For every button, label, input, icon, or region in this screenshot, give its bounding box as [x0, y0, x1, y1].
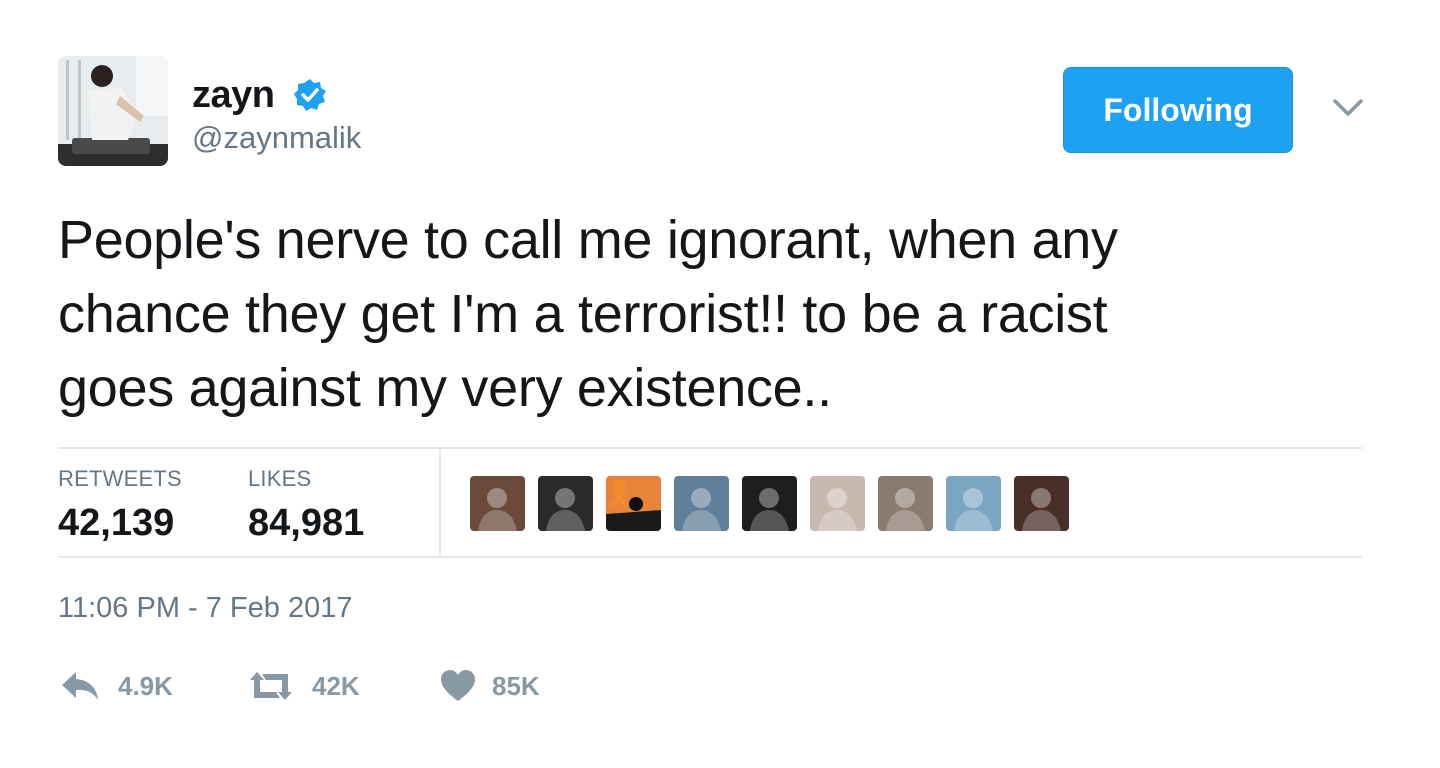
tweet-text-line: People's nerve to call me ignorant, when… [58, 210, 1118, 270]
retweets-label: RETWEETS [58, 466, 182, 491]
heart-icon [441, 670, 475, 701]
liker-avatar[interactable] [470, 476, 525, 531]
following-button[interactable]: Following [1063, 67, 1293, 153]
like-count: 85K [492, 670, 540, 701]
liker-avatar[interactable] [742, 476, 797, 531]
liker-avatar[interactable] [674, 476, 729, 531]
user-handle[interactable]: @zaynmalik [192, 120, 361, 156]
user-avatar-icon [742, 476, 797, 531]
user-avatar-icon [946, 476, 1001, 531]
divider [58, 447, 1362, 449]
liker-avatar[interactable] [538, 476, 593, 531]
tweet-text-line: chance they get I'm a terrorist!! to be … [58, 284, 1108, 344]
liker-avatar[interactable] [606, 476, 661, 531]
timestamp[interactable]: 11:06 PM - 7 Feb 2017 [58, 592, 352, 625]
retweet-icon [250, 672, 292, 700]
liker-avatar[interactable] [878, 476, 933, 531]
profile-photo [58, 56, 168, 166]
liker-avatar[interactable] [1014, 476, 1069, 531]
user-avatar-icon [470, 476, 525, 531]
display-name[interactable]: zayn [192, 74, 275, 117]
like-button[interactable]: 85K [440, 664, 540, 708]
retweets-stat[interactable]: RETWEETS 42,139 [58, 466, 182, 545]
reply-icon [62, 672, 98, 700]
retweets-value: 42,139 [58, 502, 175, 544]
user-avatar-icon [1014, 476, 1069, 531]
chevron-down-icon[interactable] [1326, 92, 1370, 122]
user-avatar-icon [538, 476, 593, 531]
divider [58, 556, 1362, 558]
tweet-text: People's nerve to call me ignorant, when… [58, 203, 1378, 425]
likes-label: LIKES [248, 466, 312, 491]
verified-badge-icon [294, 79, 326, 111]
liker-avatars [470, 476, 1069, 531]
reply-button[interactable]: 4.9K [58, 664, 173, 708]
likes-stat[interactable]: LIKES 84,981 [248, 466, 364, 545]
user-avatar-icon [674, 476, 729, 531]
likes-value: 84,981 [248, 502, 365, 544]
avatar[interactable] [58, 56, 168, 166]
user-avatar-icon [878, 476, 933, 531]
retweet-button[interactable]: 42K [246, 664, 360, 708]
tweet-card: zayn @zaynmalik Following People's nerve… [0, 0, 1440, 768]
liker-avatar[interactable] [810, 476, 865, 531]
tweet-text-line: goes against my very existence.. [58, 358, 832, 418]
reply-count: 4.9K [118, 670, 173, 701]
retweet-count: 42K [312, 670, 360, 701]
stats-divider [439, 449, 441, 556]
user-avatar-icon [810, 476, 865, 531]
liker-avatar[interactable] [946, 476, 1001, 531]
ribbon-avatar-icon [606, 476, 661, 531]
